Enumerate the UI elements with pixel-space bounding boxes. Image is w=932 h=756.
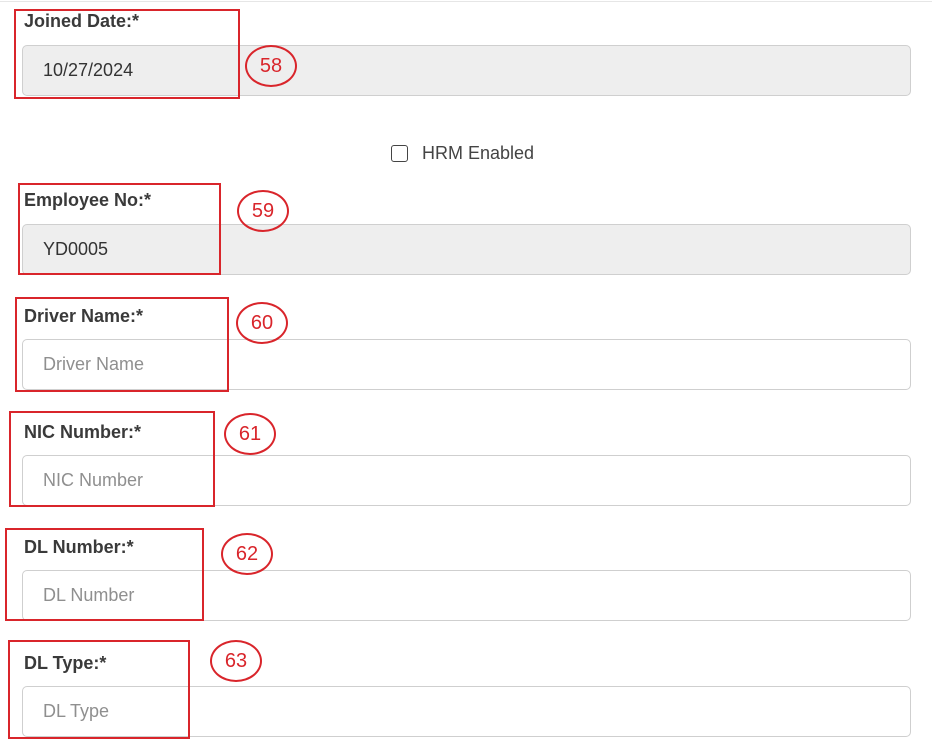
driver-name-input[interactable] xyxy=(22,339,911,390)
dl-type-input[interactable] xyxy=(22,686,911,737)
nic-number-label: NIC Number:* xyxy=(24,422,142,442)
dl-number-input[interactable] xyxy=(22,570,911,621)
annotation-badge-driver-name: 60 xyxy=(236,302,288,344)
annotation-badge-dl-number: 62 xyxy=(221,533,273,575)
hrm-enabled-label: HRM Enabled xyxy=(422,143,535,163)
annotation-badge-nic-number: 61 xyxy=(224,413,276,455)
dl-number-label: DL Number:* xyxy=(24,537,134,557)
nic-number-input[interactable] xyxy=(22,455,911,506)
employee-no-label: Employee No:* xyxy=(24,190,152,210)
top-divider xyxy=(0,1,932,2)
annotation-badge-dl-type: 63 xyxy=(210,640,262,682)
driver-name-label: Driver Name:* xyxy=(24,306,144,326)
employee-no-input[interactable] xyxy=(22,224,911,275)
joined-date-label: Joined Date:* xyxy=(24,11,140,31)
dl-type-label: DL Type:* xyxy=(24,653,107,673)
hrm-enabled-checkbox-row[interactable]: HRM Enabled xyxy=(391,142,534,164)
annotation-badge-joined-date: 58 xyxy=(245,45,297,87)
annotation-badge-employee-no: 59 xyxy=(237,190,289,232)
joined-date-input[interactable] xyxy=(22,45,911,96)
hrm-enabled-checkbox[interactable] xyxy=(391,144,408,162)
